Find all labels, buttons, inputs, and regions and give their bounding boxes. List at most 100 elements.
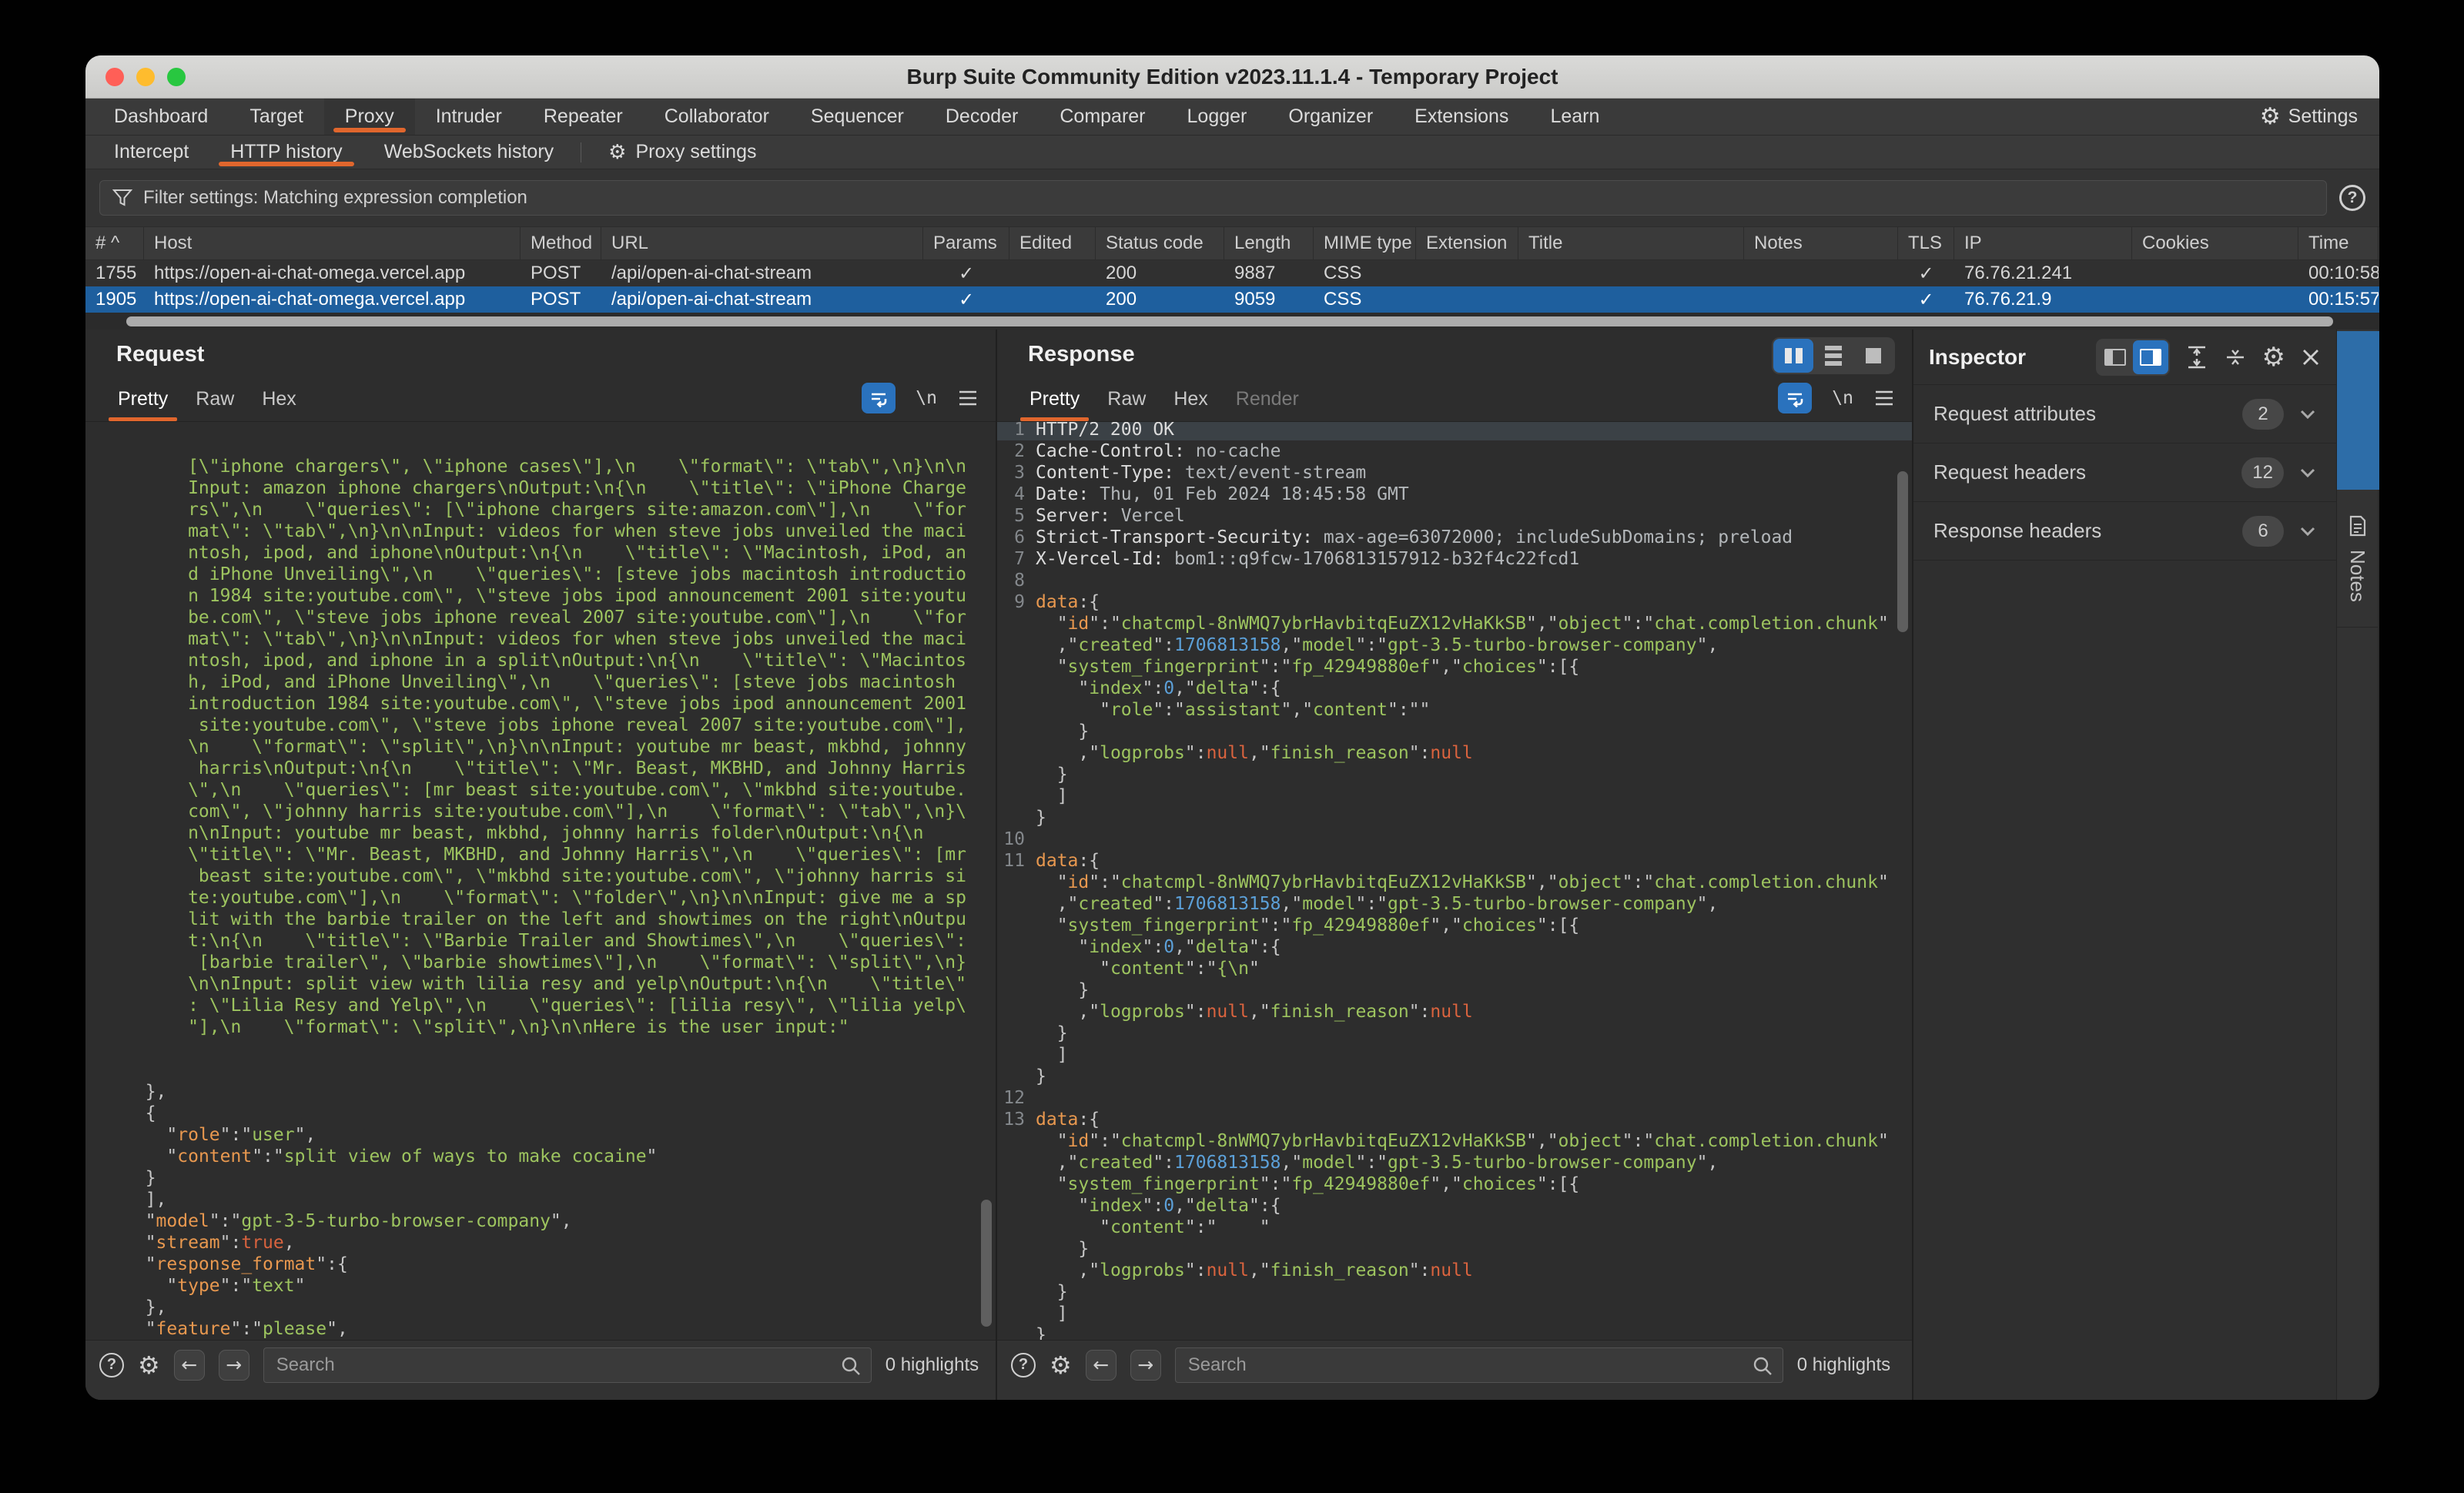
word-wrap-toggle-icon[interactable] xyxy=(1778,383,1812,413)
column-header--[interactable]: # ^ xyxy=(85,227,144,259)
chevron-down-icon[interactable] xyxy=(2299,526,2316,537)
column-header-method[interactable]: Method xyxy=(521,227,601,259)
inspector-section-request-attributes[interactable]: Request attributes2 xyxy=(1913,385,2336,444)
previous-match-button[interactable]: ← xyxy=(1086,1350,1116,1381)
tab-proxy-settings[interactable]: ⚙ Proxy settings xyxy=(588,136,777,169)
chevron-down-icon[interactable] xyxy=(2299,409,2316,420)
column-header-edited[interactable]: Edited xyxy=(1009,227,1096,259)
column-header-ip[interactable]: IP xyxy=(1954,227,2132,259)
menu-item-comparer[interactable]: Comparer xyxy=(1039,99,1166,135)
chevron-down-icon[interactable] xyxy=(2299,467,2316,478)
column-header-title[interactable]: Title xyxy=(1518,227,1744,259)
inspector-settings-gear-icon[interactable]: ⚙ xyxy=(2262,342,2285,373)
line-content: } xyxy=(1036,1281,1068,1303)
column-header-url[interactable]: URL xyxy=(601,227,923,259)
menu-item-logger[interactable]: Logger xyxy=(1167,99,1268,135)
close-icon[interactable] xyxy=(2301,347,2321,367)
menu-item-decoder[interactable]: Decoder xyxy=(925,99,1040,135)
column-header-tls[interactable]: TLS xyxy=(1898,227,1954,259)
column-header-notes[interactable]: Notes xyxy=(1744,227,1898,259)
tab-raw[interactable]: Raw xyxy=(1093,388,1160,421)
side-tab-notes[interactable]: Notes xyxy=(2337,504,2378,627)
tab-hex[interactable]: Hex xyxy=(248,388,310,421)
tab-raw[interactable]: Raw xyxy=(182,388,248,421)
menu-item-learn[interactable]: Learn xyxy=(1529,99,1620,135)
column-header-extension[interactable]: Extension xyxy=(1416,227,1518,259)
tab-intercept[interactable]: Intercept xyxy=(93,136,209,169)
dock-left-button[interactable] xyxy=(2097,340,2133,374)
search-input[interactable] xyxy=(1176,1348,1783,1382)
newline-display-icon[interactable]: \n xyxy=(1832,388,1853,408)
column-header-length[interactable]: Length xyxy=(1224,227,1314,259)
previous-match-button[interactable]: ← xyxy=(174,1350,205,1381)
column-header-status-code[interactable]: Status code xyxy=(1096,227,1224,259)
column-header-params[interactable]: Params xyxy=(923,227,1009,259)
word-wrap-toggle-icon[interactable] xyxy=(862,383,896,413)
inspector-section-response-headers[interactable]: Response headers6 xyxy=(1913,502,2336,561)
http-history-header-row[interactable]: # ^HostMethodURLParamsEditedStatus codeL… xyxy=(85,226,2379,260)
menu-item-collaborator[interactable]: Collaborator xyxy=(644,99,790,135)
search-settings-gear-icon[interactable]: ⚙ xyxy=(138,1351,160,1380)
inspector-section-request-headers[interactable]: Request headers12 xyxy=(1913,444,2336,502)
menu-item-proxy[interactable]: Proxy xyxy=(324,99,415,135)
dock-right-button[interactable] xyxy=(2133,340,2168,374)
table-row[interactable]: 1755https://open-ai-chat-omega.vercel.ap… xyxy=(85,260,2379,286)
table-hscrollbar[interactable] xyxy=(85,313,2379,330)
help-icon[interactable]: ? xyxy=(1011,1353,1036,1378)
line-content: "id":"chatcmpl-8nWMQ7ybrHavbitqEuZX12vHa… xyxy=(1036,613,1889,634)
layout-side-by-side-button[interactable] xyxy=(1773,339,1813,373)
zoom-window-button[interactable] xyxy=(167,68,186,86)
settings-button[interactable]: ⚙ Settings xyxy=(2260,99,2379,135)
tab-http-history[interactable]: HTTP history xyxy=(209,136,363,169)
menu-item-extensions[interactable]: Extensions xyxy=(1394,99,1529,135)
tab-render[interactable]: Render xyxy=(1222,388,1313,421)
collapse-all-icon[interactable] xyxy=(2224,345,2247,370)
menu-item-repeater[interactable]: Repeater xyxy=(523,99,644,135)
help-icon[interactable]: ? xyxy=(99,1353,124,1378)
column-header-mime-type[interactable]: MIME type xyxy=(1314,227,1416,259)
table-cell: POST xyxy=(521,286,601,313)
filter-settings-bar[interactable]: Filter settings: Matching expression com… xyxy=(99,180,2327,216)
code-line: 12 xyxy=(997,1087,1912,1109)
expand-all-icon[interactable] xyxy=(2185,345,2208,370)
editor-menu-icon[interactable] xyxy=(957,389,979,407)
response-search-field[interactable] xyxy=(1175,1347,1783,1383)
close-window-button[interactable] xyxy=(105,68,124,86)
tab-hex[interactable]: Hex xyxy=(1160,388,1221,421)
inspector-position-toggle xyxy=(2096,339,2170,376)
menu-item-label: Target xyxy=(249,105,303,128)
minimize-window-button[interactable] xyxy=(136,68,155,86)
menu-item-intruder[interactable]: Intruder xyxy=(415,99,523,135)
next-match-button[interactable]: → xyxy=(1130,1350,1161,1381)
layout-single-button[interactable] xyxy=(1853,339,1893,373)
response-editor[interactable]: 1HTTP/2 200 OK2Cache-Control: no-cache3C… xyxy=(997,422,1912,1340)
request-vscrollbar-thumb[interactable] xyxy=(981,1200,992,1327)
menu-item-target[interactable]: Target xyxy=(229,99,323,135)
table-row[interactable]: 1905https://open-ai-chat-omega.vercel.ap… xyxy=(85,286,2379,313)
menu-item-dashboard[interactable]: Dashboard xyxy=(93,99,229,135)
line-number: 12 xyxy=(997,1087,1036,1109)
newline-display-icon[interactable]: \n xyxy=(916,388,937,408)
layout-stacked-button[interactable] xyxy=(1813,339,1853,373)
column-header-time[interactable]: Time xyxy=(2298,227,2379,259)
response-vscrollbar-thumb[interactable] xyxy=(1897,471,1908,632)
code-line: 11data:{ xyxy=(997,850,1912,872)
menu-item-sequencer[interactable]: Sequencer xyxy=(790,99,925,135)
request-editor[interactable]: [\"iphone chargers\", \"iphone cases\"],… xyxy=(85,422,996,1340)
search-settings-gear-icon[interactable]: ⚙ xyxy=(1050,1351,1072,1380)
menu-item-organizer[interactable]: Organizer xyxy=(1267,99,1394,135)
side-tab-inspector[interactable]: Inspector xyxy=(2337,331,2379,490)
hscrollbar-thumb[interactable] xyxy=(126,316,2333,326)
next-match-button[interactable]: → xyxy=(219,1350,249,1381)
column-header-host[interactable]: Host xyxy=(144,227,521,259)
help-icon[interactable]: ? xyxy=(2339,185,2365,211)
window-controls[interactable] xyxy=(105,68,186,86)
editor-menu-icon[interactable] xyxy=(1873,389,1895,407)
tab-pretty[interactable]: Pretty xyxy=(104,388,182,421)
table-cell: 00:15:57 xyxy=(2298,286,2379,313)
search-input[interactable] xyxy=(264,1348,871,1382)
request-search-field[interactable] xyxy=(263,1347,872,1383)
tab-pretty[interactable]: Pretty xyxy=(1016,388,1093,421)
tab-websockets-history[interactable]: WebSockets history xyxy=(363,136,574,169)
column-header-cookies[interactable]: Cookies xyxy=(2132,227,2298,259)
